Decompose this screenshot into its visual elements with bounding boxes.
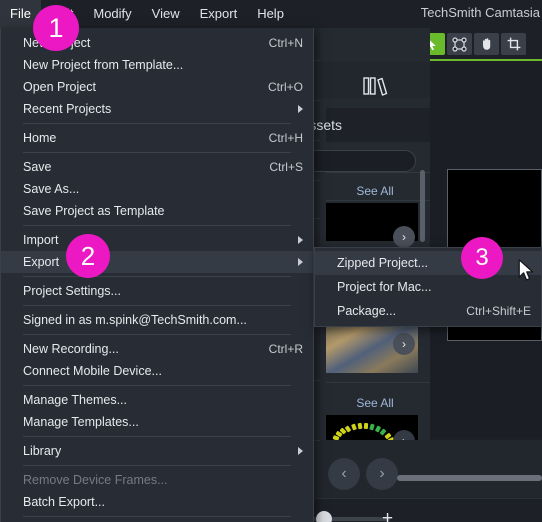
menu-separator <box>23 465 291 466</box>
menu-item-label: Save <box>23 160 52 174</box>
submenu-item-label: Project for Mac... <box>337 280 432 294</box>
submenu-item-zipped-project[interactable]: Zipped Project... <box>315 251 541 275</box>
callout-badge-1: 1 <box>33 5 79 51</box>
mouse-pointer-icon <box>518 259 535 286</box>
menu-item-shortcut: Ctrl+R <box>268 342 303 356</box>
camtasia-window: TechSmith Camtasia FileEditModifyViewExp… <box>0 0 542 522</box>
crop-tool-button[interactable] <box>501 33 526 55</box>
menu-separator <box>23 305 291 306</box>
seek-bar[interactable] <box>397 475 542 481</box>
menu-item-new-project-from-template[interactable]: New Project from Template... <box>1 54 313 76</box>
menu-item-library[interactable]: Library <box>1 440 313 462</box>
menu-separator <box>23 123 291 124</box>
menu-item-shortcut: Ctrl+S <box>269 160 303 174</box>
previous-button[interactable]: ‹ <box>328 458 360 490</box>
export-submenu: Zipped Project... Project for Mac... Packa… <box>314 247 542 327</box>
callout-badge-2: 2 <box>66 234 110 278</box>
menu-item-label: Batch Export... <box>23 495 105 509</box>
zoom-slider-knob[interactable] <box>316 511 332 522</box>
submenu-caret-icon <box>298 236 303 244</box>
library-books-icon[interactable] <box>363 76 389 99</box>
menu-item-label: Export <box>23 255 60 269</box>
menubar-item-export[interactable]: Export <box>190 0 248 28</box>
menu-item-label: Manage Themes... <box>23 393 127 407</box>
menu-item-project-settings[interactable]: Project Settings... <box>1 280 313 302</box>
menu-item-shortcut: Ctrl+O <box>267 80 303 94</box>
transport-bar: ‹ › <box>320 440 542 498</box>
app-title: TechSmith Camtasia <box>420 5 540 20</box>
menu-item-label: Project Settings... <box>23 284 121 298</box>
menu-item-label: Library <box>23 444 62 458</box>
crop-icon <box>507 37 521 51</box>
menu-item-open-project[interactable]: Open Project Ctrl+O <box>1 76 313 98</box>
menu-item-new-recording[interactable]: New Recording... Ctrl+R <box>1 338 313 360</box>
menu-item-manage-templates[interactable]: Manage Templates... <box>1 411 313 433</box>
menu-item-manage-themes[interactable]: Manage Themes... <box>1 389 313 411</box>
menu-separator <box>23 334 291 335</box>
edit-points-tool-button[interactable] <box>447 33 472 55</box>
menu-item-signed-in-as-m-spink-techsmith-com[interactable]: Signed in as m.spink@TechSmith.com... <box>1 309 313 331</box>
menu-item-label: Recent Projects <box>23 102 112 116</box>
menu-item-remove-device-frames: Remove Device Frames... <box>1 469 313 491</box>
next-button[interactable]: › <box>366 458 398 490</box>
see-all-link-2[interactable]: See All <box>320 396 430 410</box>
see-all-link-1[interactable]: See All <box>320 184 430 198</box>
hand-icon <box>480 37 494 51</box>
asset-carousel-next-1[interactable]: › <box>393 226 415 248</box>
pan-tool-button[interactable] <box>474 33 499 55</box>
callout-badge-3: 3 <box>461 237 503 279</box>
menu-item-label: New Project from Template... <box>23 58 184 72</box>
menubar-item-view[interactable]: View <box>142 0 190 28</box>
menu-item-label: Open Project <box>23 80 96 94</box>
menu-separator <box>23 225 291 226</box>
menu-separator <box>23 276 291 277</box>
menu-item-shortcut: Ctrl+H <box>268 131 303 145</box>
menu-item-label: Signed in as m.spink@TechSmith.com... <box>23 313 247 327</box>
menu-item-label: Save Project as Template <box>23 204 165 218</box>
menu-separator <box>23 152 291 153</box>
menu-item-label: Import <box>23 233 59 247</box>
menu-item-save-as[interactable]: Save As... <box>1 178 313 200</box>
menu-item-import[interactable]: Import <box>1 229 313 251</box>
assets-scrollbar[interactable] <box>420 170 425 242</box>
submenu-item-project-for-mac[interactable]: Project for Mac... <box>315 275 541 299</box>
menubar-item-modify[interactable]: Modify <box>83 0 141 28</box>
menu-item-export[interactable]: Export <box>1 251 313 273</box>
submenu-item-shortcut: Ctrl+Shift+E <box>466 304 531 318</box>
node-shape-icon <box>452 36 467 52</box>
canvas-tool-group <box>420 33 526 55</box>
menu-item-home[interactable]: Home Ctrl+H <box>1 127 313 149</box>
submenu-caret-icon <box>298 447 303 455</box>
menu-item-shortcut: Ctrl+N <box>268 36 303 50</box>
menu-item-label: New Recording... <box>23 342 119 356</box>
submenu-caret-icon <box>298 105 303 113</box>
asset-carousel-next-2[interactable]: › <box>393 333 415 355</box>
menu-item-batch-export[interactable]: Batch Export... <box>1 491 313 513</box>
assets-search-input[interactable] <box>300 150 416 172</box>
menu-separator <box>23 516 291 517</box>
menu-item-connect-mobile-device[interactable]: Connect Mobile Device... <box>1 360 313 382</box>
submenu-item-label: Package... <box>337 304 397 318</box>
menu-item-label: Manage Templates... <box>23 415 139 429</box>
menu-item-recent-projects[interactable]: Recent Projects <box>1 98 313 120</box>
menu-separator <box>23 436 291 437</box>
menu-item-save[interactable]: Save Ctrl+S <box>1 156 313 178</box>
menu-separator <box>23 385 291 386</box>
menu-item-label: Save As... <box>23 182 80 196</box>
submenu-item-label: Zipped Project... <box>337 256 429 270</box>
menubar-item-help[interactable]: Help <box>247 0 294 28</box>
menu-item-label: Home <box>23 131 57 145</box>
menu-item-label: Remove Device Frames... <box>23 473 168 487</box>
menu-item-label: Connect Mobile Device... <box>23 364 162 378</box>
submenu-caret-icon <box>298 258 303 266</box>
file-dropdown-menu: New ProjectCtrl+NNew Project from Templa… <box>0 28 314 522</box>
zoom-in-button[interactable]: + <box>382 508 393 522</box>
menu-item-save-project-as-template[interactable]: Save Project as Template <box>1 200 313 222</box>
submenu-item-package[interactable]: Package... Ctrl+Shift+E <box>315 299 541 323</box>
